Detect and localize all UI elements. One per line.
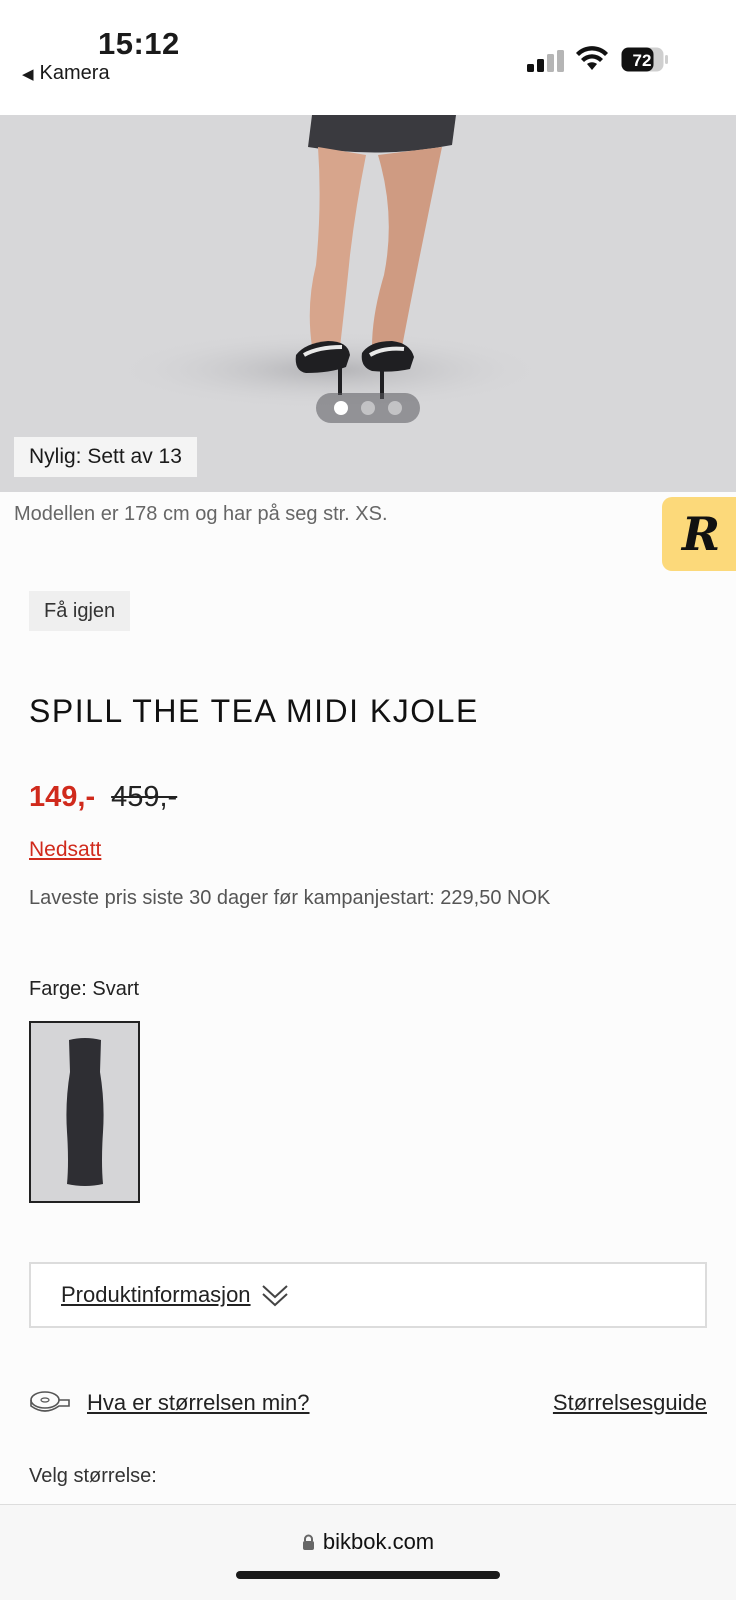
wifi-icon	[576, 46, 608, 70]
back-app-label: Kamera	[39, 62, 110, 84]
carousel-dot[interactable]	[361, 401, 375, 415]
home-indicator[interactable]	[236, 1571, 500, 1579]
size-row: Hva er størrelsen min? Størrelsesguide	[29, 1390, 707, 1416]
lowest-price-note: Laveste pris siste 30 dager før kampanje…	[29, 887, 551, 909]
product-info-accordion[interactable]: Produktinformasjon	[29, 1262, 707, 1328]
browser-url-bar[interactable]: bikbok.com	[0, 1504, 736, 1600]
product-info-label: Produktinformasjon	[61, 1282, 251, 1307]
carousel-dot[interactable]	[388, 401, 402, 415]
svg-text:72: 72	[633, 51, 652, 70]
product-photo	[110, 115, 550, 410]
cashback-tag: Få igjen	[29, 591, 131, 631]
recently-viewed-badge: Nylig: Sett av 13	[14, 437, 197, 477]
measuring-tape-icon	[30, 1391, 70, 1412]
product-image-carousel[interactable]: Nylig: Sett av 13	[0, 115, 736, 492]
url-display[interactable]: bikbok.com	[0, 1529, 736, 1555]
size-question-label: Hva er størrelsen min?	[87, 1390, 310, 1415]
size-finder-link[interactable]: Hva er størrelsen min?	[29, 1390, 310, 1416]
status-bar: 15:12 ◀ Kamera 72	[0, 0, 736, 115]
color-label: Farge: Svart	[29, 978, 140, 1000]
color-swatch-black[interactable]	[29, 1021, 140, 1203]
model-size-info: Modellen er 178 cm og har på seg str. XS…	[14, 503, 388, 525]
url-text: bikbok.com	[322, 1529, 435, 1554]
rewards-badge-button[interactable]: R	[662, 497, 736, 571]
chevron-down-icon	[261, 1285, 288, 1307]
choose-size-label: Velg størrelse:	[29, 1465, 157, 1487]
lock-icon	[302, 1534, 314, 1550]
size-guide-link[interactable]: Størrelsesguide	[553, 1390, 707, 1416]
status-time: 15:12	[98, 26, 180, 61]
battery-icon: 72	[621, 47, 668, 72]
dress-thumbnail-icon	[65, 1038, 104, 1186]
carousel-dot[interactable]	[334, 401, 348, 415]
back-arrow-icon: ◀	[22, 65, 34, 83]
price-row: 149,- 459,-	[29, 781, 177, 814]
cellular-signal-icon	[527, 50, 564, 72]
sale-price: 149,-	[29, 781, 96, 813]
carousel-indicator[interactable]	[316, 393, 420, 423]
back-to-app-button[interactable]: ◀ Kamera	[22, 62, 110, 85]
discount-link[interactable]: Nedsatt	[29, 838, 101, 862]
product-title: SPILL THE TEA MIDI KJOLE	[29, 693, 479, 729]
original-price: 459,-	[111, 781, 178, 813]
